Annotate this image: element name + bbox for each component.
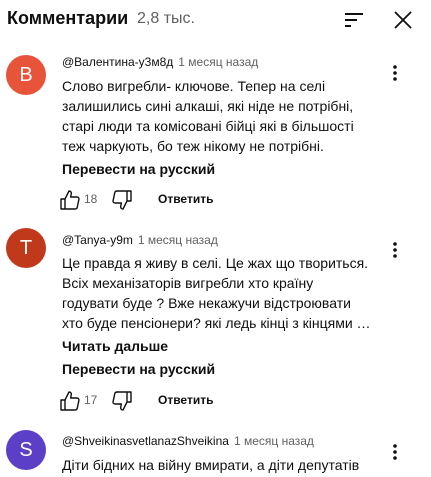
more-button[interactable] xyxy=(385,238,405,262)
more-vert-icon xyxy=(393,242,397,258)
translate-link[interactable]: Перевести на русский xyxy=(62,361,215,377)
comment-author[interactable]: @ShveikinasvetlanazShveikina xyxy=(62,434,229,448)
comment-text-line: годувати буде ? Вже некажучи відстроюват… xyxy=(62,295,351,311)
comment-text-line: старі люди та комісовані бійці які в біл… xyxy=(62,118,354,134)
comment-text-line: теж чаркують, бо теж нікому не потрібні. xyxy=(62,138,324,154)
like-count: 18 xyxy=(84,192,98,206)
comment-text-line: Це правда я живу в селі. Це жах що твори… xyxy=(62,255,369,271)
comment-time[interactable]: 1 месяц назад xyxy=(178,55,258,69)
sort-button[interactable] xyxy=(342,8,366,32)
reply-button[interactable]: Ответить xyxy=(158,192,213,206)
thumb-down-icon xyxy=(112,190,132,210)
dislike-button[interactable] xyxy=(110,389,134,413)
more-button[interactable] xyxy=(385,440,405,464)
sort-icon xyxy=(345,13,363,27)
comments-title: Комментарии xyxy=(7,8,129,28)
comment-text-line: Слово вигребли- ключове. Тепер на селі xyxy=(62,78,326,94)
comment-text-line: хто буде пенсіонери? які ледь кінці з кі… xyxy=(62,315,371,331)
thumb-down-icon xyxy=(112,391,132,411)
comment-text-line: Діти бідних на війну вмирати, а діти деп… xyxy=(62,457,360,473)
like-button[interactable] xyxy=(58,389,82,413)
comment-author[interactable]: @Tanya-y9m xyxy=(62,233,133,247)
comment-text: Це правда я живу в селі. Це жах що твори… xyxy=(62,253,382,333)
more-vert-icon xyxy=(393,444,397,460)
comment-meta: @Tanya-y9m 1 месяц назад xyxy=(62,233,218,247)
dislike-button[interactable] xyxy=(110,188,134,212)
comments-header: Комментарии 2,8 тыс. xyxy=(0,0,431,40)
comment-text: Слово вигребли- ключове. Тепер на селі з… xyxy=(62,76,382,156)
thumb-up-icon xyxy=(60,190,80,210)
more-vert-icon xyxy=(393,65,397,81)
comment-text: Діти бідних на війну вмирати, а діти деп… xyxy=(62,455,392,475)
like-count: 17 xyxy=(84,393,98,407)
comment-text-line: залишились сині алкаші, які ніде не потр… xyxy=(62,98,354,114)
more-button[interactable] xyxy=(385,61,405,85)
read-more-link[interactable]: Читать дальше xyxy=(62,338,168,354)
comment-text-line: Всіх механізаторів вигребли хто країну xyxy=(62,275,314,291)
comment-time[interactable]: 1 месяц назад xyxy=(138,233,218,247)
comment-meta: @Валентина-у3м8д 1 месяц назад xyxy=(62,55,258,69)
comment-meta: @ShveikinasvetlanazShveikina 1 месяц наза… xyxy=(62,434,314,448)
comments-count: 2,8 тыс. xyxy=(137,10,195,27)
thumb-up-icon xyxy=(60,391,80,411)
comment-time[interactable]: 1 месяц назад xyxy=(234,434,314,448)
like-button[interactable] xyxy=(58,188,82,212)
avatar[interactable]: S xyxy=(6,430,46,470)
comment-author[interactable]: @Валентина-у3м8д xyxy=(62,55,173,69)
close-icon xyxy=(394,11,412,29)
avatar[interactable]: В xyxy=(6,55,46,95)
translate-link[interactable]: Перевести на русский xyxy=(62,161,215,177)
avatar[interactable]: T xyxy=(6,228,46,268)
close-button[interactable] xyxy=(391,8,415,32)
reply-button[interactable]: Ответить xyxy=(158,393,213,407)
